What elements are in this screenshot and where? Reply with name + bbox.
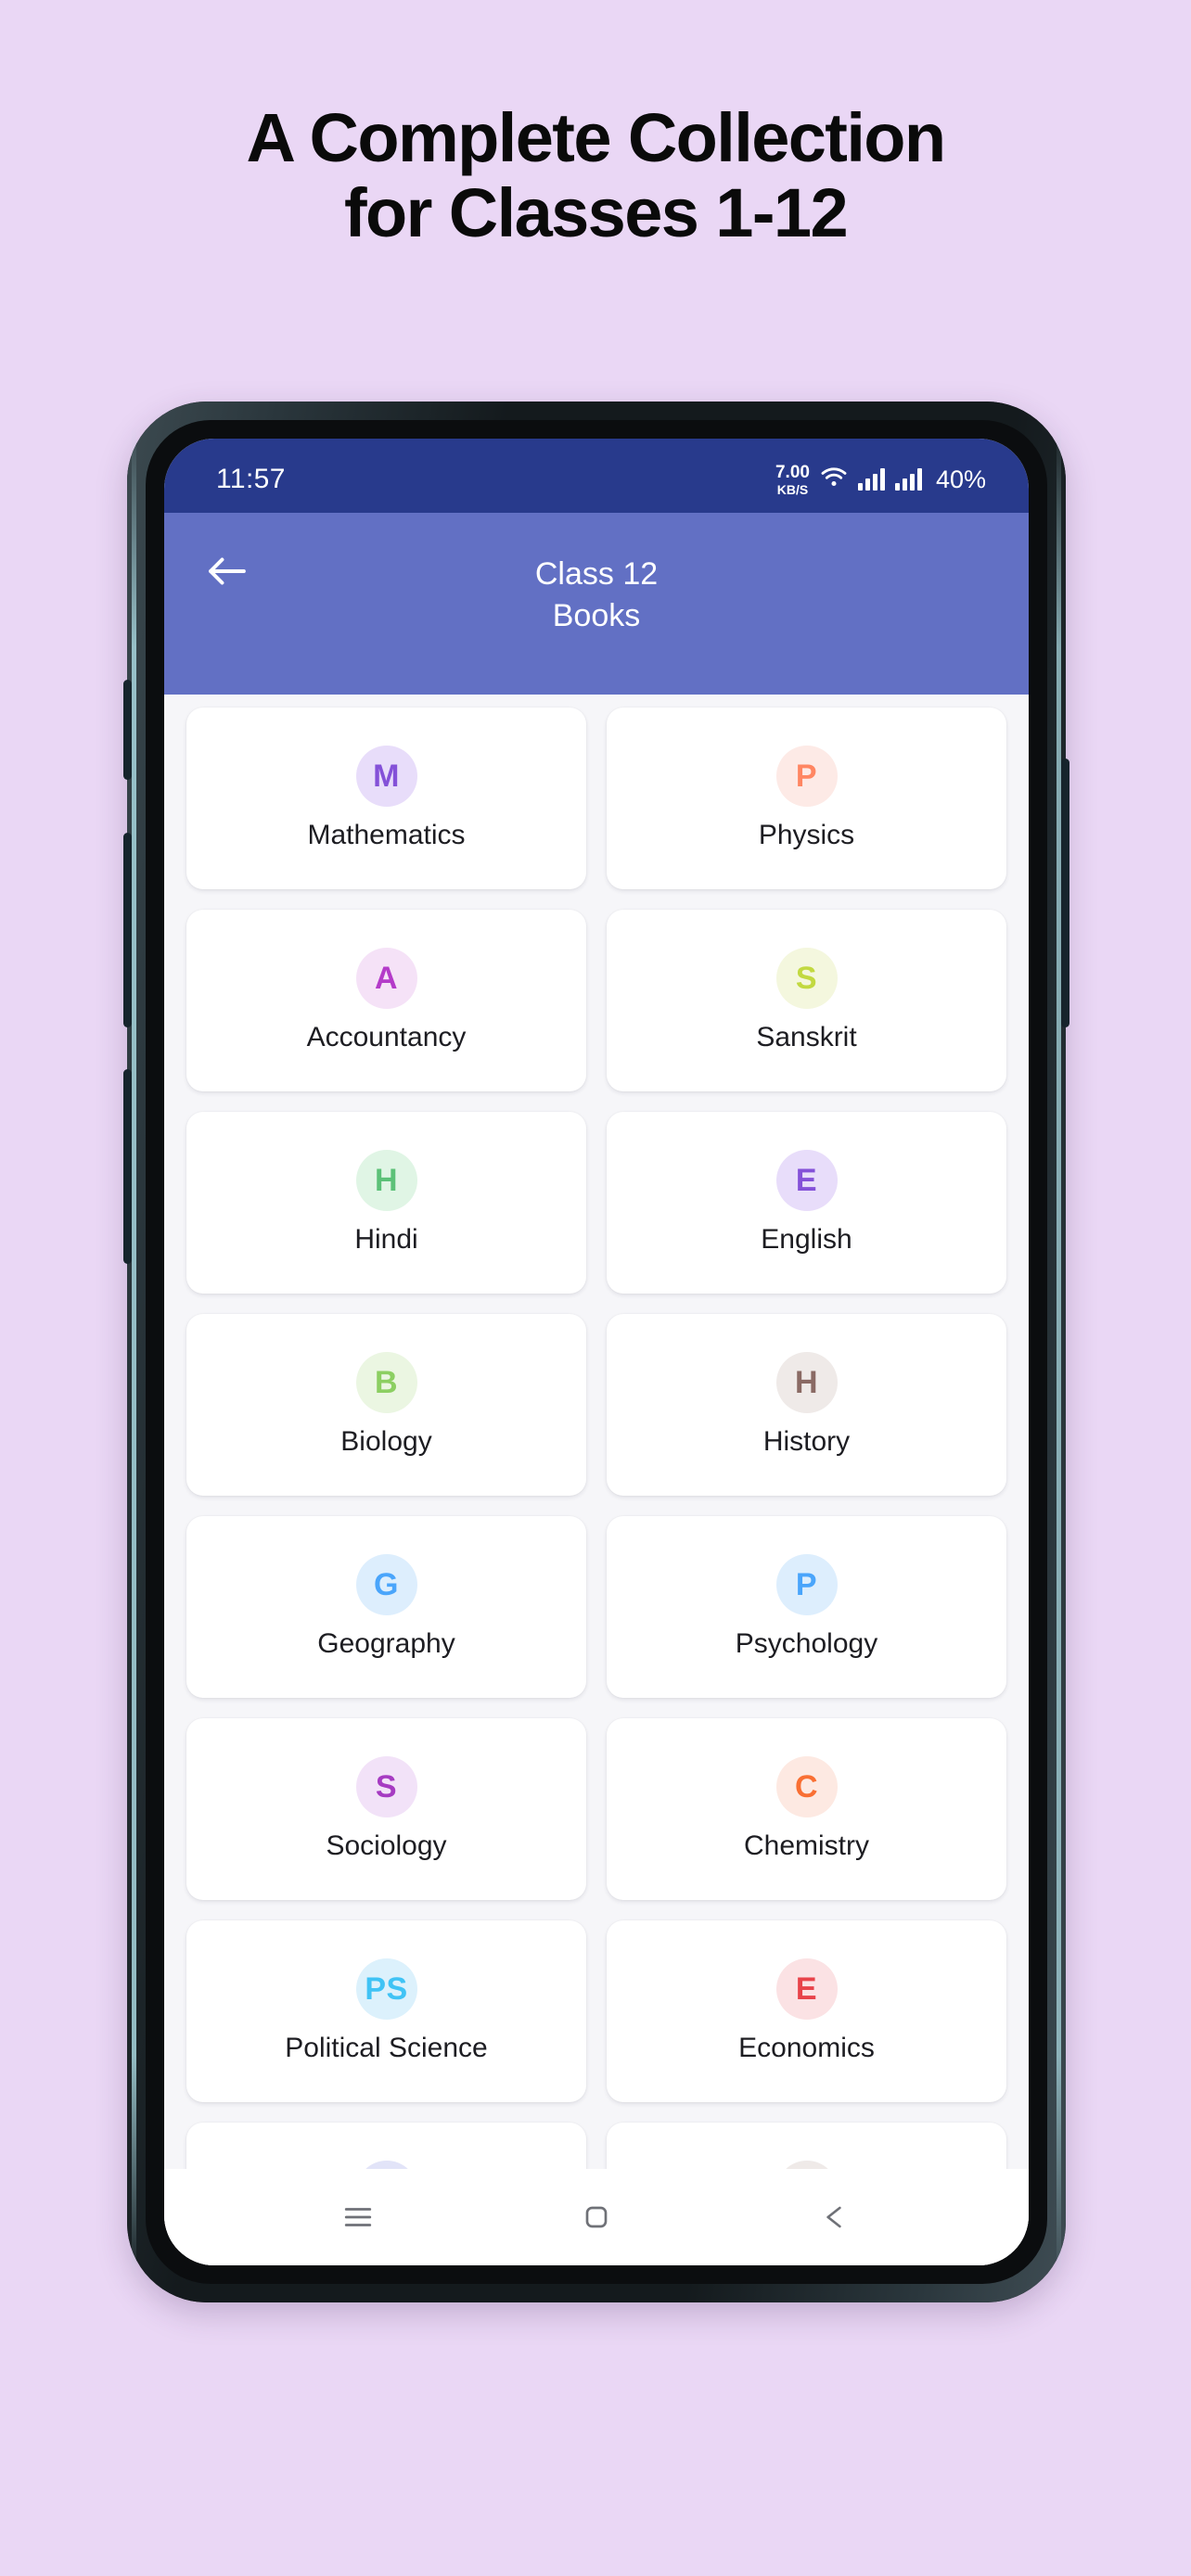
subject-label: Political Science xyxy=(285,2033,488,2063)
subject-card[interactable]: G Geography xyxy=(186,1516,586,1698)
subject-label: Economics xyxy=(738,2033,875,2063)
subject-avatar: S xyxy=(775,948,838,1009)
subject-label: Physics xyxy=(758,820,855,850)
subject-avatar: C xyxy=(775,1756,838,1817)
status-bar-indicators: 7.00 KB/S 40% xyxy=(775,464,986,496)
side-button[interactable] xyxy=(123,1069,132,1264)
volume-up-button[interactable] xyxy=(123,680,132,780)
subject-label: Accountancy xyxy=(306,1022,467,1052)
subject-label: Sanskrit xyxy=(756,1022,857,1052)
page-title-line-2: for Classes 1-12 xyxy=(343,174,849,252)
subject-avatar: P xyxy=(775,746,838,807)
subject-avatar: M xyxy=(355,746,417,807)
subject-card[interactable]: H History xyxy=(607,1314,1006,1496)
signal-bars-sim2-icon xyxy=(894,468,922,491)
subject-card[interactable]: H Hindi xyxy=(186,1112,586,1294)
app-bar-title-line-1: Class 12 xyxy=(534,556,659,592)
subject-card[interactable]: PS Political Science xyxy=(186,1920,586,2102)
subject-card[interactable]: M Mathematics xyxy=(186,708,586,889)
network-speed-indicator: 7.00 KB/S xyxy=(775,464,810,496)
menu-icon[interactable] xyxy=(337,2196,379,2238)
phone-bezel: 11:57 7.00 KB/S 40% Class 12 Books M Mat… xyxy=(146,420,1047,2284)
wifi-icon xyxy=(820,466,848,493)
subject-card[interactable]: S Sociology xyxy=(186,1718,586,1900)
subject-avatar: B xyxy=(355,1352,417,1413)
subject-avatar: A xyxy=(355,948,417,1009)
subject-card[interactable]: P Physics xyxy=(607,708,1006,889)
subject-label: Sociology xyxy=(326,1830,447,1861)
app-bar-title: Class 12 Books xyxy=(164,554,1029,637)
subject-avatar: H xyxy=(355,1150,417,1211)
subject-avatar: PS xyxy=(355,1958,417,2020)
status-bar: 11:57 7.00 KB/S 40% xyxy=(164,439,1029,513)
subject-avatar: H xyxy=(775,1352,838,1413)
app-bar: Class 12 Books xyxy=(164,513,1029,695)
subject-card[interactable]: C Chemistry xyxy=(607,1718,1006,1900)
subject-card[interactable]: E English xyxy=(607,1112,1006,1294)
network-speed-value: 7.00 xyxy=(775,462,810,482)
subject-label: Mathematics xyxy=(307,820,466,850)
phone-mockup: 11:57 7.00 KB/S 40% Class 12 Books M Mat… xyxy=(123,402,1069,2302)
back-triangle-icon[interactable] xyxy=(813,2196,856,2238)
subject-label: English xyxy=(761,1224,852,1255)
subject-label: Chemistry xyxy=(743,1830,869,1861)
subject-card[interactable]: P Psychology xyxy=(607,1516,1006,1698)
subject-list-scroll[interactable]: M Mathematics P Physics A Accountancy S Sanskri… xyxy=(164,695,1029,2265)
page-title: A Complete Collection for Classes 1-12 xyxy=(0,100,1191,251)
subject-avatar: G xyxy=(355,1554,417,1615)
subject-card[interactable]: S Sanskrit xyxy=(607,910,1006,1091)
subject-label: Biology xyxy=(340,1426,432,1457)
subject-card[interactable]: E Economics xyxy=(607,1920,1006,2102)
signal-bars-sim1-icon xyxy=(857,468,885,491)
android-nav-bar xyxy=(164,2169,1029,2265)
status-bar-clock: 11:57 xyxy=(216,464,286,494)
subject-label: Psychology xyxy=(735,1628,878,1659)
promo-page: A Complete Collection for Classes 1-12 1… xyxy=(0,0,1191,2576)
subject-card[interactable]: A Accountancy xyxy=(186,910,586,1091)
volume-down-button[interactable] xyxy=(123,833,132,1027)
subject-grid: M Mathematics P Physics A Accountancy S Sanskri… xyxy=(164,695,1029,2265)
subject-avatar: P xyxy=(775,1554,838,1615)
network-speed-unit: KB/S xyxy=(776,481,809,497)
power-button[interactable] xyxy=(1061,759,1069,1027)
subject-card[interactable]: B Biology xyxy=(186,1314,586,1496)
subject-avatar: S xyxy=(355,1756,417,1817)
subject-label: Hindi xyxy=(354,1224,418,1255)
battery-percentage: 40% xyxy=(935,465,986,493)
app-bar-title-line-2: Books xyxy=(552,597,641,633)
subject-label: Geography xyxy=(317,1628,455,1659)
phone-screen: 11:57 7.00 KB/S 40% Class 12 Books M Mat… xyxy=(164,439,1029,2265)
subject-label: History xyxy=(762,1426,851,1457)
home-square-icon[interactable] xyxy=(575,2196,618,2238)
subject-avatar: E xyxy=(775,1958,838,2020)
page-title-line-1: A Complete Collection xyxy=(246,99,946,176)
subject-avatar: E xyxy=(775,1150,838,1211)
